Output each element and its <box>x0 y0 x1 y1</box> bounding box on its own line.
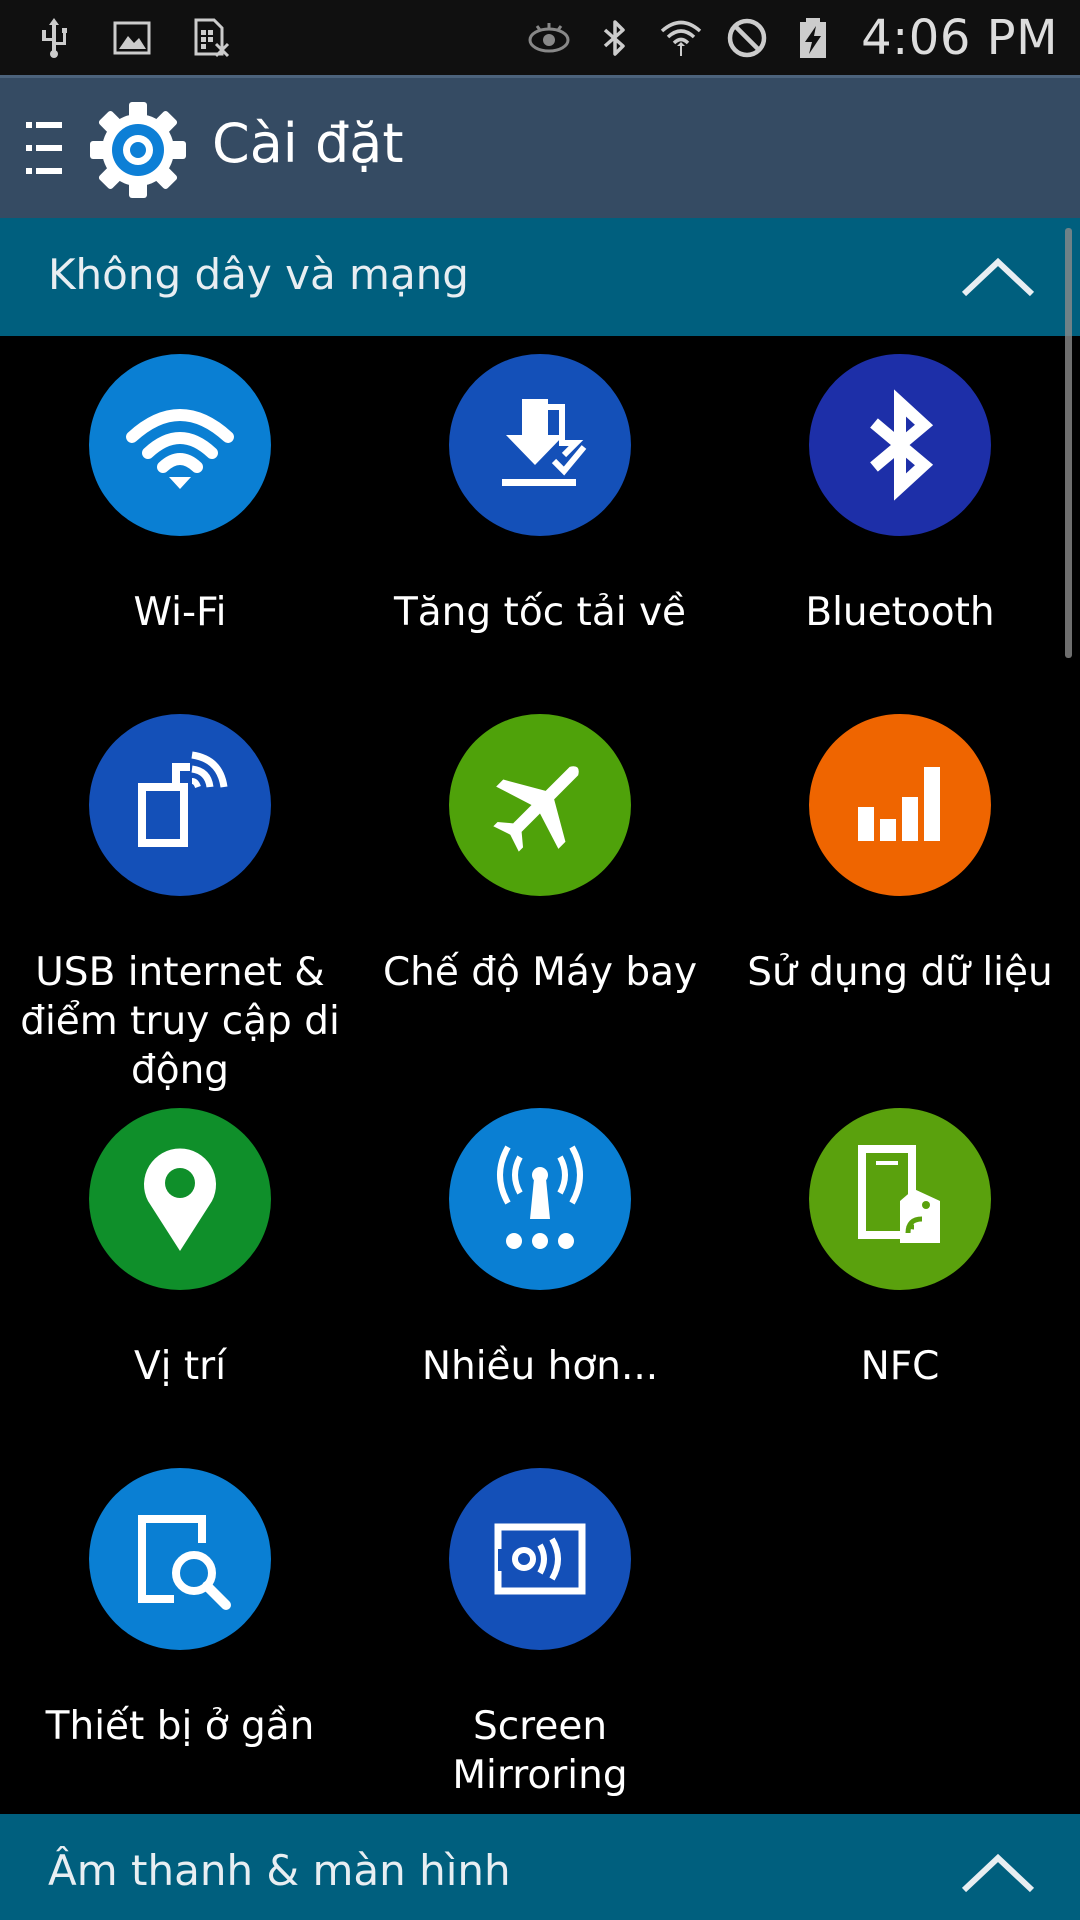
more-networks-icon <box>449 1108 631 1290</box>
tile-hotspot[interactable]: USB internet & điểm truy cập di động <box>0 714 360 1095</box>
tile-label: Wi-Fi <box>133 590 227 635</box>
tile-location[interactable]: Vị trí <box>0 1108 360 1391</box>
status-bar: 4:06 PM <box>0 0 1080 75</box>
nfc-icon <box>809 1108 991 1290</box>
section-header-sound-display[interactable]: Âm thanh & màn hình <box>0 1814 1080 1920</box>
tile-label: Chế độ Máy bay <box>382 950 698 995</box>
tile-data-usage[interactable]: Sử dụng dữ liệu <box>720 714 1080 997</box>
nearby-devices-icon <box>89 1468 271 1650</box>
tile-download-booster[interactable]: Tăng tốc tải về <box>360 354 720 637</box>
tile-nearby-devices[interactable]: Thiết bị ở gần <box>0 1468 360 1751</box>
action-bar: Cài đặt <box>0 75 1080 218</box>
eye-icon <box>527 16 571 60</box>
tile-label: USB internet & điểm truy cập di động <box>20 950 340 1093</box>
tile-airplane-mode[interactable]: Chế độ Máy bay <box>360 714 720 997</box>
sim-missing-icon <box>188 16 232 60</box>
location-pin-icon <box>89 1108 271 1290</box>
tile-label: Nhiều hơn... <box>421 1344 659 1389</box>
bluetooth-icon <box>593 16 637 60</box>
data-usage-icon <box>809 714 991 896</box>
battery-charging-icon <box>791 16 835 60</box>
screen-mirroring-icon <box>449 1468 631 1650</box>
tile-screen-mirroring[interactable]: Screen Mirroring <box>360 1468 720 1800</box>
settings-gear-icon <box>90 102 186 198</box>
tile-nfc[interactable]: NFC <box>720 1108 1080 1391</box>
section-header-wireless[interactable]: Không dây và mạng <box>0 218 1080 336</box>
section-label: Âm thanh & màn hình <box>48 1846 511 1895</box>
section-label: Không dây và mạng <box>48 250 469 299</box>
download-booster-icon <box>449 354 631 536</box>
chevron-up-icon[interactable] <box>960 1852 1036 1894</box>
tile-label: NFC <box>860 1344 940 1389</box>
tile-wifi[interactable]: Wi-Fi <box>0 354 360 637</box>
image-icon <box>110 16 154 60</box>
tile-label: Thiết bị ở gần <box>45 1704 315 1749</box>
tile-label: Bluetooth <box>805 590 995 635</box>
tile-label: Vị trí <box>133 1344 227 1389</box>
menu-icon[interactable] <box>22 114 66 182</box>
bluetooth-icon <box>809 354 991 536</box>
tile-label: Tăng tốc tải về <box>393 590 687 635</box>
hotspot-icon <box>89 714 271 896</box>
usb-icon <box>32 16 76 60</box>
chevron-up-icon[interactable] <box>960 256 1036 298</box>
wifi-icon <box>89 354 271 536</box>
tile-label: Sử dụng dữ liệu <box>747 950 1053 995</box>
page-title: Cài đặt <box>212 112 404 175</box>
status-time: 4:06 PM <box>861 9 1058 66</box>
tile-more-networks[interactable]: Nhiều hơn... <box>360 1108 720 1391</box>
block-icon <box>725 16 769 60</box>
tile-bluetooth[interactable]: Bluetooth <box>720 354 1080 637</box>
airplane-icon <box>449 714 631 896</box>
tile-label: Screen Mirroring <box>452 1704 628 1798</box>
wifi-icon <box>659 16 703 60</box>
